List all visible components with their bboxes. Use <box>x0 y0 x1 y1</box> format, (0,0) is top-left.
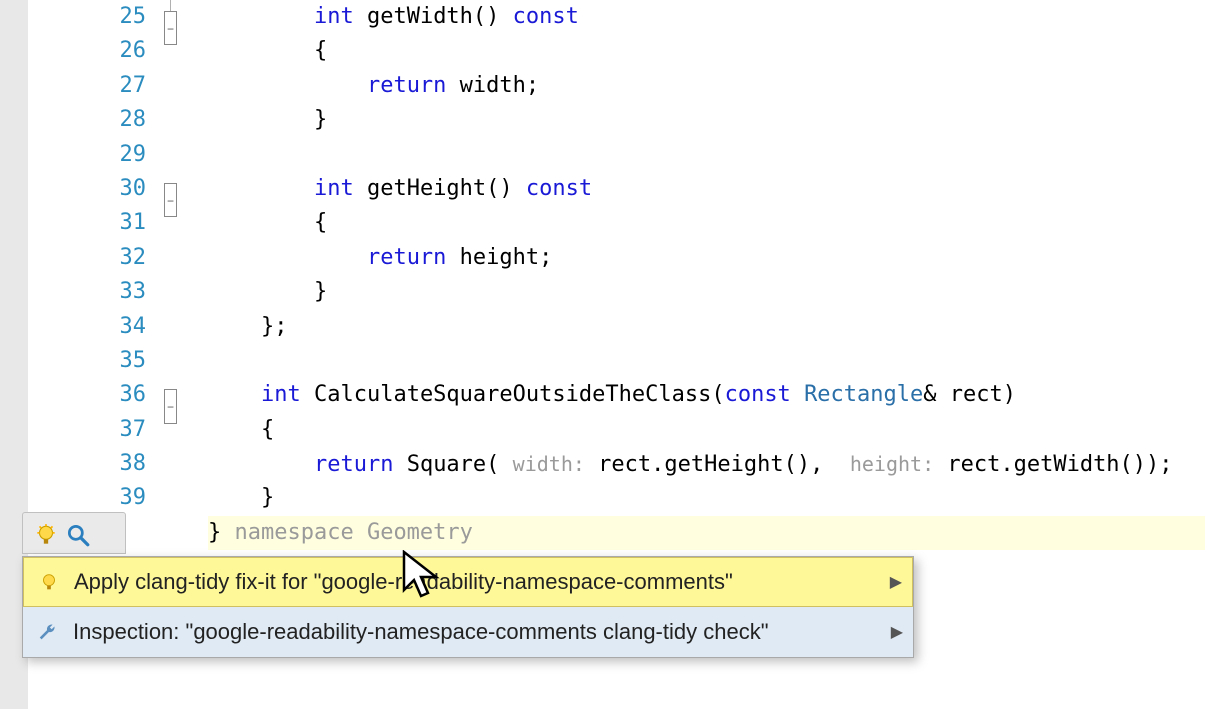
code-line[interactable] <box>208 138 1205 172</box>
line-number[interactable]: 39 <box>28 481 146 515</box>
code-line[interactable]: int getWidth() const <box>208 0 1205 34</box>
line-number[interactable]: 37 <box>28 413 146 447</box>
intention-action-bar[interactable] <box>22 512 126 554</box>
line-number[interactable]: 32 <box>28 241 146 275</box>
fold-toggle[interactable]: − <box>164 389 177 423</box>
code-line[interactable]: int getHeight() const <box>208 172 1205 206</box>
intention-label: Apply clang-tidy fix-it for "google-read… <box>74 569 876 595</box>
code-line[interactable]: int CalculateSquareOutsideTheClass(const… <box>208 378 1205 412</box>
line-number[interactable]: 34 <box>28 310 146 344</box>
code-line[interactable]: } <box>208 103 1205 137</box>
fold-toggle[interactable]: − <box>164 11 177 45</box>
line-number[interactable]: 28 <box>28 103 146 137</box>
lightbulb-icon <box>38 571 60 593</box>
line-number[interactable]: 26 <box>28 34 146 68</box>
line-number[interactable]: 27 <box>28 69 146 103</box>
code-line[interactable]: } <box>208 275 1205 309</box>
code-line[interactable]: return width; <box>208 69 1205 103</box>
intention-item-selected[interactable]: Apply clang-tidy fix-it for "google-read… <box>23 557 913 607</box>
line-number[interactable]: 30 <box>28 172 146 206</box>
wrench-icon <box>37 621 59 643</box>
line-number[interactable]: 38 <box>28 447 146 481</box>
code-line[interactable]: { <box>208 413 1205 447</box>
line-number[interactable]: 36 <box>28 378 146 412</box>
line-number[interactable]: 33 <box>28 275 146 309</box>
intention-popup: Apply clang-tidy fix-it for "google-read… <box>22 556 914 658</box>
code-line[interactable]: return height; <box>208 241 1205 275</box>
fold-toggle[interactable]: − <box>164 183 177 217</box>
intention-label: Inspection: "google-readability-namespac… <box>73 619 877 645</box>
code-line[interactable]: { <box>208 34 1205 68</box>
line-number[interactable]: 35 <box>28 344 146 378</box>
chevron-right-icon: ▶ <box>891 622 903 642</box>
code-line[interactable]: } namespace Geometry <box>208 516 1205 550</box>
lightbulb-icon[interactable] <box>33 522 55 544</box>
code-line[interactable]: } <box>208 481 1205 515</box>
intention-item[interactable]: Inspection: "google-readability-namespac… <box>23 607 913 657</box>
line-number[interactable]: 31 <box>28 206 146 240</box>
code-line[interactable]: return Square( width: rect.getHeight(), … <box>208 447 1205 481</box>
code-line[interactable]: }; <box>208 310 1205 344</box>
chevron-right-icon: ▶ <box>890 572 902 592</box>
search-icon[interactable] <box>65 522 87 544</box>
code-line[interactable] <box>208 344 1205 378</box>
code-line[interactable]: { <box>208 206 1205 240</box>
line-number[interactable]: 29 <box>28 138 146 172</box>
line-number[interactable]: 25 <box>28 0 146 34</box>
